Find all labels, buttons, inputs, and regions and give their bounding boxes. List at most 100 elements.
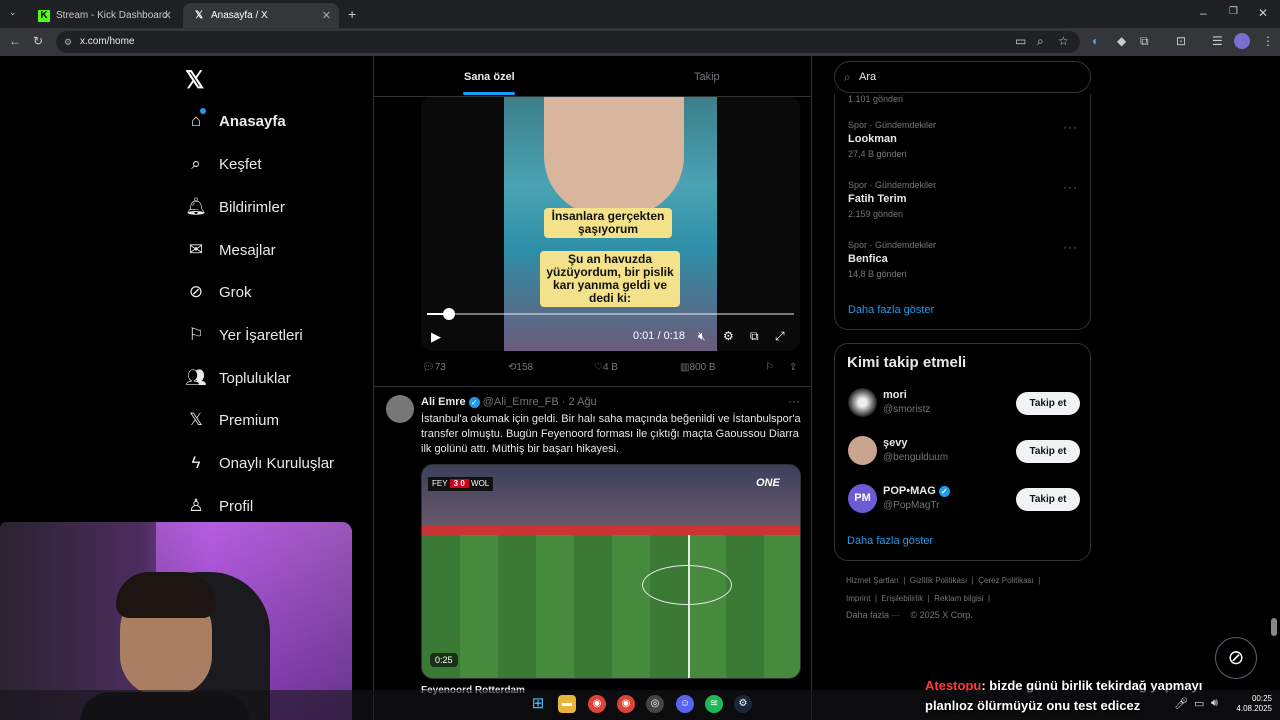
close-window-icon[interactable]: ✕ [1258,6,1268,20]
tab-for-you[interactable]: Sana özel [464,71,515,83]
tweet[interactable]: Ali Emre ✓ @Ali_Emre_FB · 2 Ağu ··· İsta… [374,386,811,696]
grok-floating-button[interactable]: ⊘ [1215,637,1257,679]
extensions-puzzle-icon[interactable]: ⧉ [1140,34,1149,49]
site-info-icon[interactable]: ⚙ [64,31,72,53]
restore-icon[interactable]: ❐ [1229,6,1238,17]
who-to-follow-panel: Kimi takip etmeli mori @smoristz Takip e… [834,343,1091,561]
footer-link[interactable]: Imprint [846,594,870,603]
fullscreen-icon[interactable]: ⤢ [775,329,785,344]
sidebar-item-kesfet[interactable]: ⌕ Keşfet [185,154,261,174]
close-tab-icon[interactable]: ✕ [163,9,172,22]
chrome-icon[interactable]: ◉ [588,695,606,713]
video-scrubber[interactable] [427,308,794,320]
tab-following[interactable]: Takip [694,71,720,83]
author-handle[interactable]: @Ali_Emre_FB [483,396,559,408]
extension-icon[interactable]: ◐ [1092,34,1099,48]
search-input[interactable]: ⌕ Ara [834,61,1091,93]
footer-link[interactable]: Hizmet Şartları [846,576,899,585]
trend-item[interactable]: Spor · Gündemdekiler Lookman 27,4 B gönd… [848,120,936,159]
bookmark-icon[interactable]: ⚐ [765,362,774,373]
more-options-icon[interactable]: ··· [788,394,800,408]
sidebar-item-anasayfa[interactable]: ⌂ Anasayfa [185,108,286,131]
trend-item[interactable]: Spor · Gündemdekiler Fatih Terim 2.159 g… [848,180,936,219]
like-button[interactable]: ♡ 4 B [594,362,618,373]
address-bar[interactable]: ⚙ x.com/home [56,31,1080,53]
suggested-user[interactable]: şevy @bengulduum Takip et [848,434,1080,470]
repost-button[interactable]: ⟲ 158 [508,362,533,373]
tweet-video[interactable]: FEY 3 0 WOL ONE 0:25 [421,464,801,679]
bookmark-star-icon[interactable]: ☆ [1058,34,1069,48]
trend-item[interactable]: Spor · Gündemdekiler Benfica 14,8 B gönd… [848,240,936,279]
show-more-users-link[interactable]: Daha fazla göster [847,535,933,547]
profile-avatar[interactable] [1234,33,1250,49]
follow-button[interactable]: Takip et [1016,488,1080,511]
avatar[interactable] [386,395,414,423]
tweet-date[interactable]: 2 Ağu [569,396,597,408]
page-scrollbar[interactable] [1271,58,1277,690]
sidebar-item-grok[interactable]: ⊘ Grok [185,282,252,302]
follow-button[interactable]: Takip et [1016,392,1080,415]
video-scrubber-handle[interactable] [443,308,456,320]
footer-link[interactable]: Çerez Politikası [978,576,1034,585]
sidebar-item-profil[interactable]: ♙ Profil [185,496,253,516]
volume-icon[interactable]: 🔊︎ [1211,697,1218,710]
follow-button[interactable]: Takip et [1016,440,1080,463]
more-options-icon[interactable]: ··· [1063,120,1078,134]
cast-icon[interactable]: ▭ [1015,34,1026,48]
file-explorer-icon[interactable]: ▬ [558,695,576,713]
microphone-icon[interactable]: 🎤︎ [1174,697,1188,710]
menu-kebab-icon[interactable]: ⋮ [1262,34,1274,48]
avatar[interactable] [848,388,877,417]
obs-icon[interactable]: ◎ [646,695,664,713]
reply-button[interactable]: 💬︎ 73 [422,362,446,373]
suggested-user[interactable]: PM POP•MAG ✓ @PopMagTr Takip et [848,482,1080,518]
settings-gear-icon[interactable]: ⚙ [723,329,734,343]
windows-start-icon[interactable]: ⊞ [529,695,547,713]
reload-icon[interactable]: ↻ [33,34,43,48]
footer-link[interactable]: Gizlilik Politikası [910,576,967,585]
steam-icon[interactable]: ⚙ [734,695,752,713]
display-icon[interactable]: ▭ [1194,697,1204,710]
sidebar-item-mesajlar[interactable]: ✉ Mesajlar [185,240,276,260]
more-options-icon[interactable]: ··· [1063,180,1078,194]
x-logo-icon[interactable]: 𝕏 [185,66,204,95]
zoom-icon[interactable]: ⌕ [1037,34,1044,49]
clock[interactable]: 00:25 4.08.2025 [1232,694,1272,714]
extension-icon[interactable]: ◆ [1117,34,1126,48]
sidebar-item-onayli-kuruluslar[interactable]: ϟ Onaylı Kuruluşlar [185,453,335,473]
chrome-icon[interactable]: ◉ [617,695,635,713]
mute-icon[interactable]: 🔇︎ [698,329,706,344]
show-more-trends-link[interactable]: Daha fazla göster [848,304,934,316]
tab-x-home[interactable]: 𝕏 Anasayfa / X ✕ [183,3,339,28]
tab-kick-dashboard[interactable]: K Stream - Kick Dashboard ✕ [28,3,180,28]
video-player[interactable]: İnsanlara gerçekten şaşıyorum Şu an havu… [421,96,800,351]
media-icon[interactable]: ☰ [1212,34,1223,48]
tab-search-icon[interactable]: ⌄ [9,7,17,18]
close-tab-icon[interactable]: ✕ [322,9,331,22]
sidebar-item-premium[interactable]: 𝕏 Premium [185,410,279,430]
sidebar-item-yer-isaretleri[interactable]: ⚐ Yer İşaretleri [185,325,302,345]
downloads-icon[interactable]: ⊡ [1176,34,1186,48]
play-icon[interactable]: ▶ [431,329,441,345]
discord-icon[interactable]: ☺ [676,695,694,713]
back-icon[interactable]: ← [9,34,21,48]
scrollbar-thumb[interactable] [1271,618,1277,636]
sidebar-item-topluluklar[interactable]: 👥︎ Topluluklar [185,368,291,388]
spotify-icon[interactable]: ≋ [705,695,723,713]
author-name[interactable]: Ali Emre [421,396,466,408]
minimize-icon[interactable]: – [1200,6,1207,20]
avatar[interactable]: PM [848,484,877,513]
avatar[interactable] [848,436,877,465]
views-button[interactable]: ▥ 800 B [680,362,716,373]
more-options-icon[interactable]: ··· [1063,240,1078,254]
share-icon[interactable]: ⇪ [789,362,797,373]
lightning-icon: ϟ [191,453,201,472]
suggested-user[interactable]: mori @smoristz Takip et [848,386,1080,422]
new-tab-icon[interactable]: + [348,6,356,22]
sidebar-item-bildirimler[interactable]: 🔔︎ Bildirimler [185,197,285,217]
footer-more-link[interactable]: Daha fazla ··· [846,610,901,620]
footer-link[interactable]: Reklam bilgisi [934,594,983,603]
picture-in-picture-icon[interactable]: ⧉ [750,329,759,344]
footer-link[interactable]: Erişilebilirlik [881,594,923,603]
views-count: 800 B [689,362,716,373]
